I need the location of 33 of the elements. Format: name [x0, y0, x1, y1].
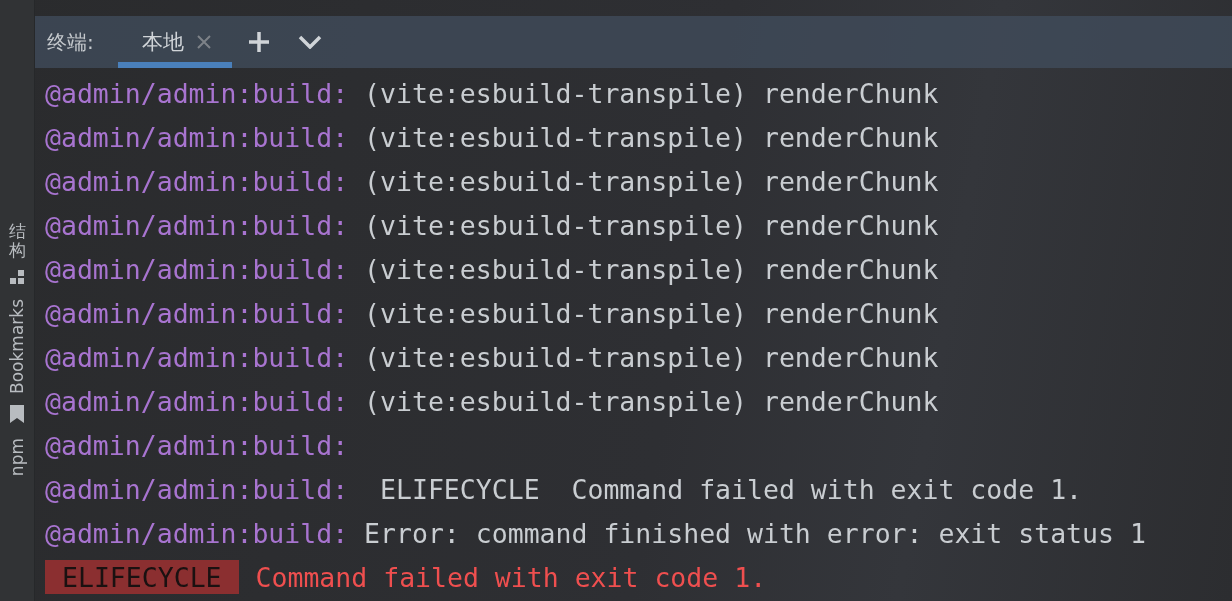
log-prefix: @admin/admin:build: — [45, 121, 349, 153]
log-message: (vite:esbuild-transpile) renderChunk — [363, 121, 939, 153]
log-prefix: @admin/admin:build: — [45, 77, 349, 109]
log-message: (vite:esbuild-transpile) renderChunk — [363, 341, 939, 373]
log-message: ELIFECYCLE Command failed with exit code 1. — [379, 473, 1083, 505]
log-prefix: @admin/admin:build: — [45, 165, 349, 197]
error-message: Command failed with exit code 1. — [255, 561, 767, 593]
log-prefix: @admin/admin:build: — [45, 297, 349, 329]
side-tab[interactable]: npm — [7, 438, 27, 477]
close-icon[interactable] — [195, 34, 212, 50]
log-message: (vite:esbuild-transpile) renderChunk — [363, 253, 939, 285]
log-message: (vite:esbuild-transpile) renderChunk — [363, 165, 939, 197]
terminal-title: 终端: — [47, 28, 94, 56]
log-prefix: @admin/admin:build: — [45, 517, 349, 549]
structure-icon — [9, 269, 25, 286]
log-prefix: @admin/admin:build: — [45, 341, 349, 373]
log-prefix: @admin/admin:build: — [45, 473, 349, 505]
log-prefix: @admin/admin:build: — [45, 385, 349, 417]
bookmark-icon — [9, 404, 25, 425]
log-message: (vite:esbuild-transpile) renderChunk — [363, 77, 939, 109]
log-message: (vite:esbuild-transpile) renderChunk — [363, 385, 939, 417]
add-icon[interactable] — [247, 31, 270, 53]
log-prefix: @admin/admin:build: — [45, 429, 349, 461]
log-message: (vite:esbuild-transpile) renderChunk — [363, 297, 939, 329]
log-prefix: @admin/admin:build: — [45, 253, 349, 285]
log-prefix: @admin/admin:build: — [45, 209, 349, 241]
terminal-tab[interactable]: 本地 — [117, 16, 232, 68]
error-badge: ELIFECYCLE — [45, 560, 239, 594]
log-message: Error: command finished with error: exit status 1 — [363, 517, 1146, 549]
log-message: (vite:esbuild-transpile) renderChunk — [363, 209, 939, 241]
side-tab[interactable]: Bookmarks — [7, 299, 27, 395]
chevron-down-icon[interactable] — [297, 35, 322, 49]
side-tab[interactable]: 结构 — [8, 222, 26, 260]
